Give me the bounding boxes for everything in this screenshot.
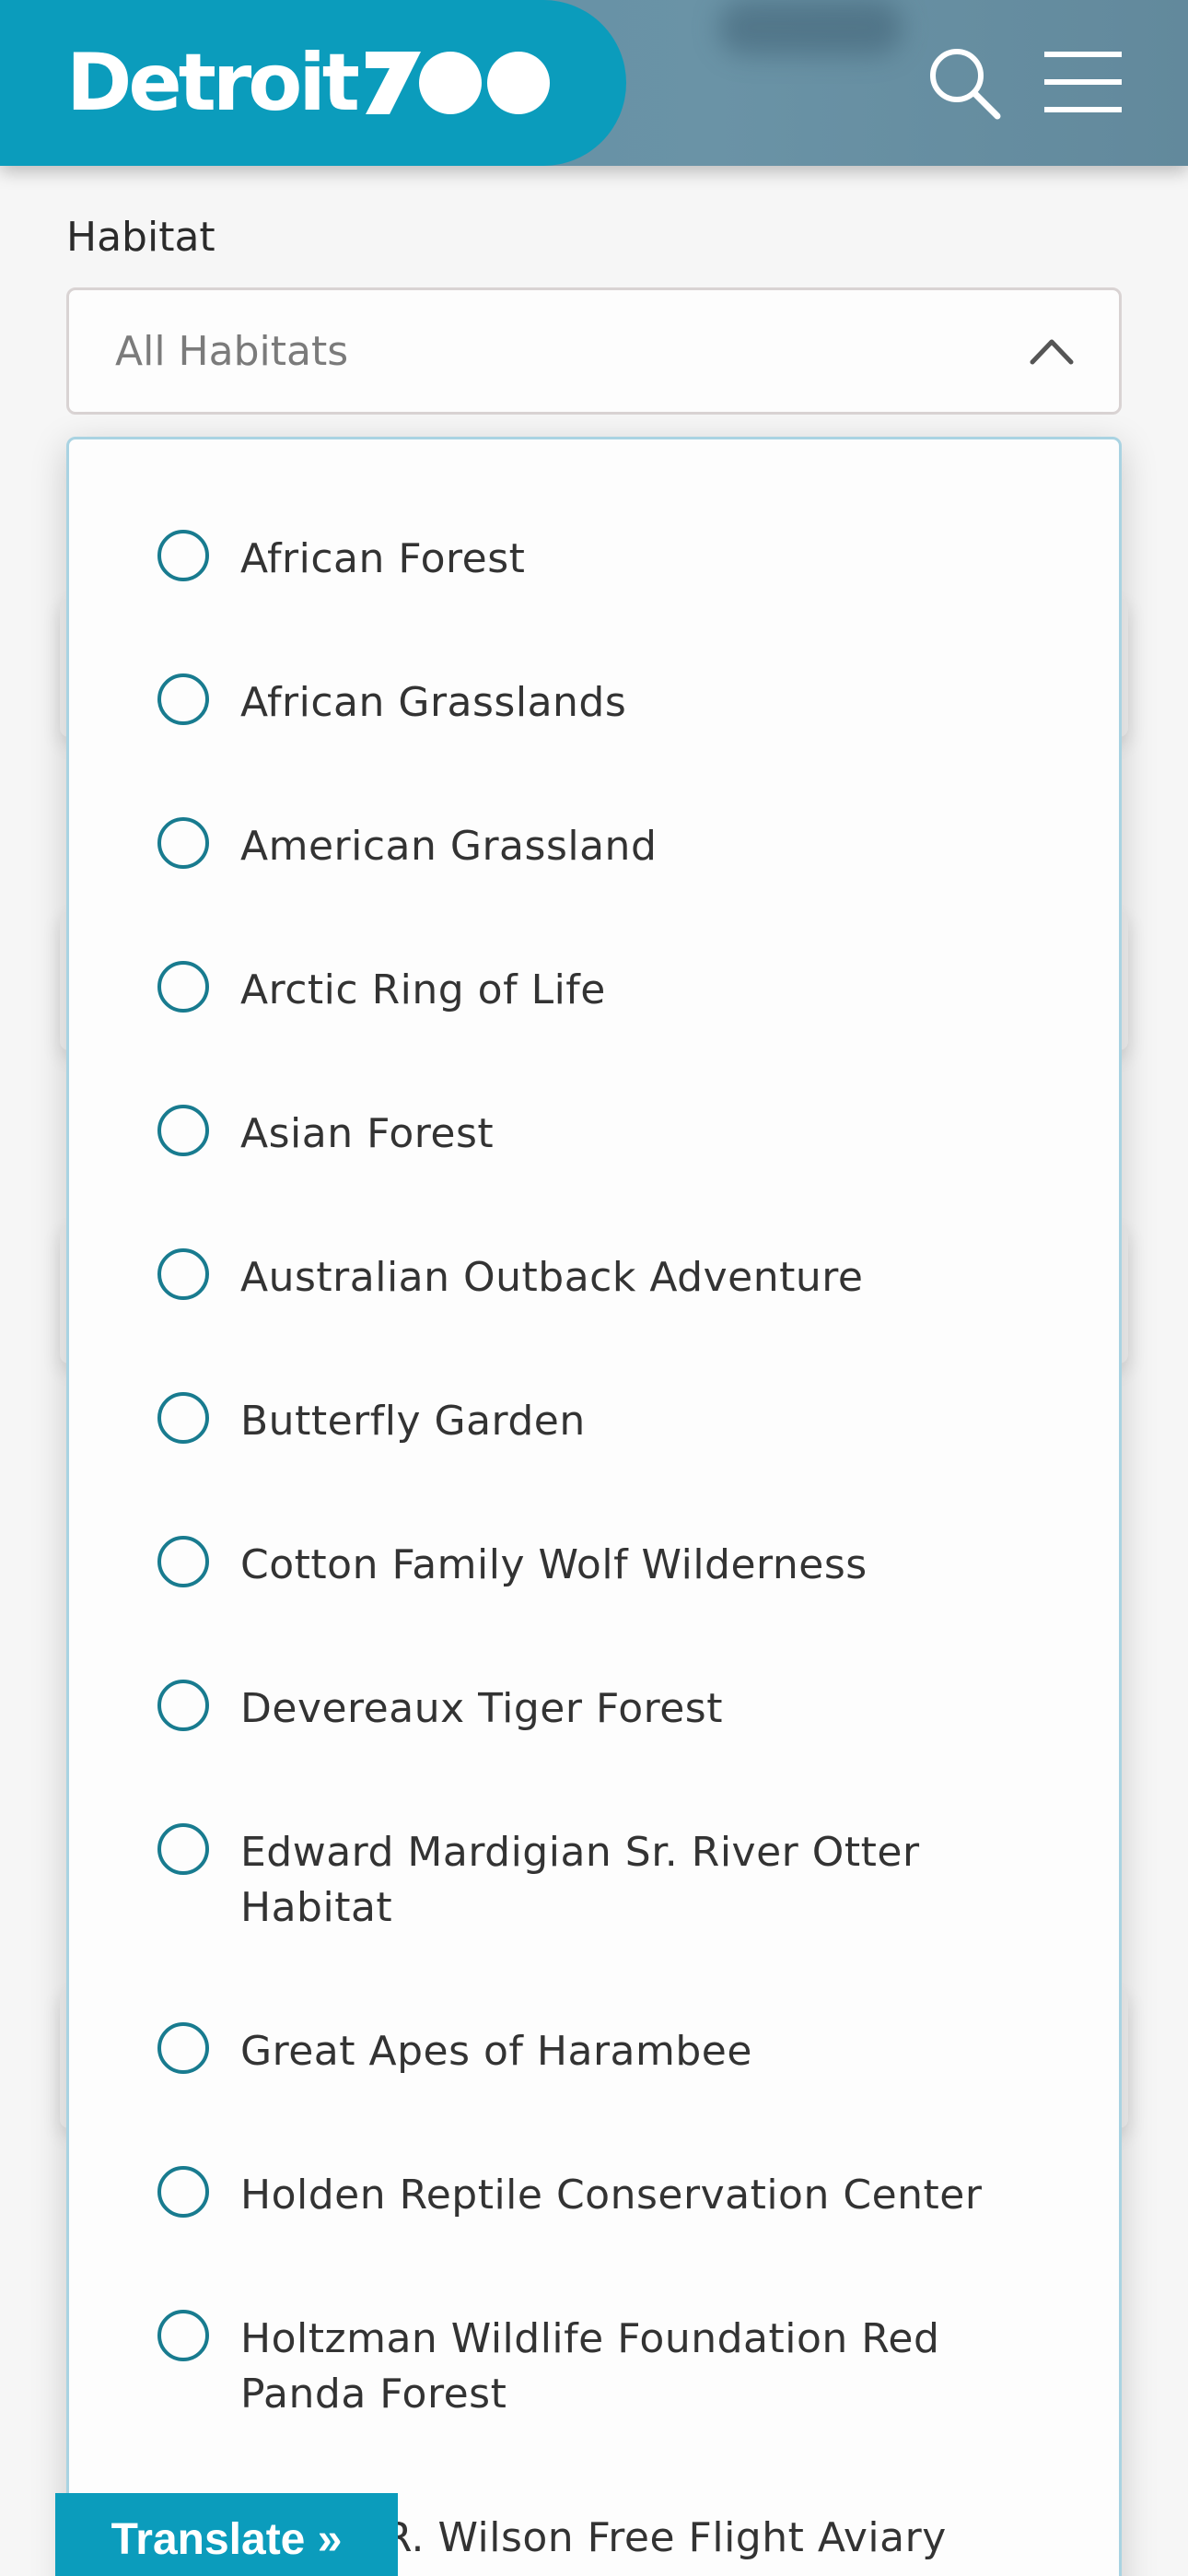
radio-button[interactable] xyxy=(157,530,209,581)
radio-button[interactable] xyxy=(157,1823,209,1875)
habitat-option[interactable]: African Grasslands xyxy=(157,673,1078,731)
habitat-option[interactable]: African Forest xyxy=(157,530,1078,587)
search-icon[interactable] xyxy=(926,44,1003,122)
detroit-zoo-logo[interactable]: Detroit xyxy=(0,0,626,166)
habitat-option-label: Holtzman Wildlife Foundation Red Panda F… xyxy=(240,2315,940,2418)
habitat-option-label: Arctic Ring of Life xyxy=(240,966,606,1013)
habitat-select[interactable]: All Habitats xyxy=(66,287,1122,415)
habitat-select-value: All Habitats xyxy=(115,327,349,375)
habitat-option[interactable]: Arctic Ring of Life xyxy=(157,961,1078,1018)
habitat-option-label: African Grasslands xyxy=(240,679,627,726)
habitat-option[interactable]: Devereaux Tiger Forest xyxy=(157,1680,1078,1737)
habitat-filter-label: Habitat xyxy=(66,214,215,261)
habitat-option-label: R. Wilson Free Flight Aviary xyxy=(384,2514,947,2561)
habitat-option-label: American Grassland xyxy=(240,823,658,870)
habitat-option[interactable]: Australian Outback Adventure xyxy=(157,1248,1078,1306)
radio-button[interactable] xyxy=(157,1392,209,1444)
habitat-option-label: African Forest xyxy=(240,535,526,582)
radio-button[interactable] xyxy=(157,673,209,725)
radio-button[interactable] xyxy=(157,1248,209,1300)
habitat-option[interactable]: Butterfly Garden xyxy=(157,1392,1078,1449)
page: Detroit Habitat All Habitats African For… xyxy=(0,0,1188,2576)
habitat-option[interactable]: Holtzman Wildlife Foundation Red Panda F… xyxy=(157,2310,1078,2422)
habitat-dropdown-list: African Forest African Grasslands Americ… xyxy=(66,437,1122,2576)
habitat-option-label: Australian Outback Adventure xyxy=(240,1254,864,1301)
radio-button[interactable] xyxy=(157,2310,209,2361)
radio-button[interactable] xyxy=(157,2166,209,2218)
habitat-option-label: Devereaux Tiger Forest xyxy=(240,1685,723,1732)
habitat-option-label: Holden Reptile Conservation Center xyxy=(240,2172,983,2219)
radio-button[interactable] xyxy=(157,961,209,1013)
habitat-option[interactable]: Cotton Family Wolf Wilderness xyxy=(157,1536,1078,1593)
habitat-option[interactable]: Holden Reptile Conservation Center xyxy=(157,2166,1078,2223)
habitat-option[interactable]: Great Apes of Harambee xyxy=(157,2022,1078,2079)
radio-button[interactable] xyxy=(157,817,209,869)
translate-button[interactable]: Translate » xyxy=(55,2493,398,2576)
habitat-option-label: Great Apes of Harambee xyxy=(240,2028,752,2075)
logo-wordmark: Detroit xyxy=(66,37,360,129)
habitat-option[interactable]: R. Wilson Free Flight Aviary xyxy=(384,2511,1119,2566)
habitat-option-label: Asian Forest xyxy=(240,1110,495,1157)
habitat-option[interactable]: Asian Forest xyxy=(157,1105,1078,1162)
habitat-option[interactable]: American Grassland xyxy=(157,817,1078,874)
habitat-option-label: Butterfly Garden xyxy=(240,1398,586,1445)
radio-button[interactable] xyxy=(157,1105,209,1156)
site-header: Detroit xyxy=(0,0,1188,166)
radio-button[interactable] xyxy=(157,1536,209,1587)
habitat-option-label: Edward Mardigian Sr. River Otter Habitat xyxy=(240,1829,920,1931)
radio-button[interactable] xyxy=(157,2022,209,2074)
header-background-blur xyxy=(718,0,903,55)
habitat-option-label: Cotton Family Wolf Wilderness xyxy=(240,1541,868,1588)
habitat-option[interactable]: Edward Mardigian Sr. River Otter Habitat xyxy=(157,1823,1078,1936)
radio-button[interactable] xyxy=(157,1680,209,1731)
hamburger-menu-icon[interactable] xyxy=(1042,44,1124,122)
zoo-logo-mark xyxy=(362,46,555,120)
chevron-up-icon xyxy=(1029,334,1075,366)
